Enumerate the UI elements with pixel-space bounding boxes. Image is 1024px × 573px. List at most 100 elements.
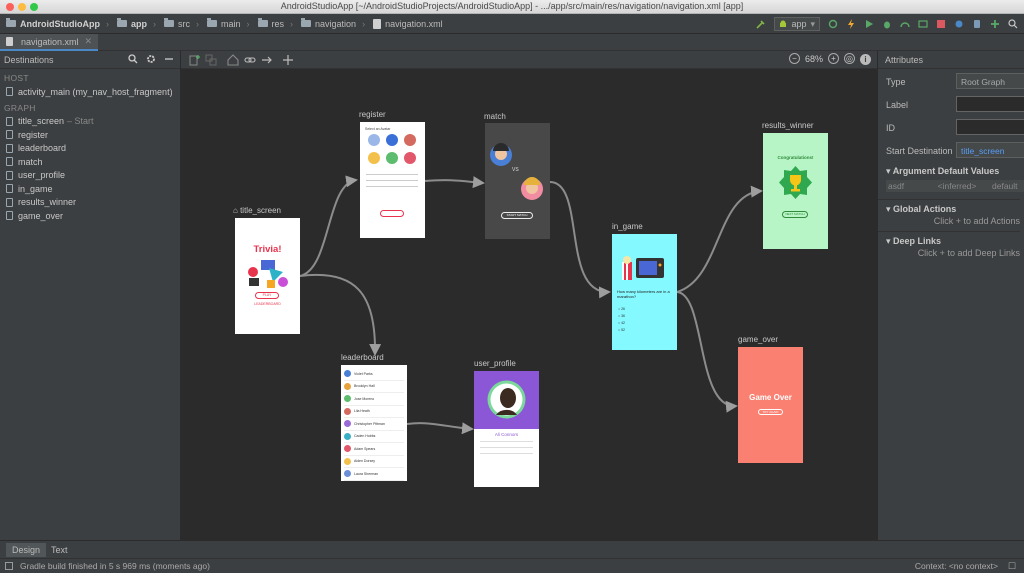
info-icon[interactable]: i: [860, 54, 871, 65]
destination-icon: [6, 184, 13, 194]
nested-graph-icon[interactable]: [205, 54, 217, 66]
register-heading: Select an Avatar: [365, 127, 391, 131]
argument-defaults-group[interactable]: ▾ Argument Default Values: [878, 162, 1024, 178]
breadcrumb-navigation[interactable]: navigation: [301, 18, 356, 29]
leaderboard-row: Caden Hobbs: [344, 431, 404, 443]
destination-register[interactable]: Select an Avatar: [360, 122, 425, 238]
leaderboard-name: Christopher Pittman: [354, 421, 385, 426]
run-configuration-select[interactable]: app ▾: [774, 17, 820, 31]
next-match-button-preview: NEXT MATCH: [782, 211, 808, 218]
attach-debugger-icon[interactable]: [918, 19, 928, 29]
leaderboard-name: Aiden Dorsey: [354, 459, 376, 464]
destination-in-game[interactable]: How many kilometers are in a marathon? ○…: [612, 234, 677, 350]
tool-window-toggle-icon[interactable]: [5, 562, 13, 570]
run-icon[interactable]: [864, 19, 874, 29]
tab-navigation-xml[interactable]: navigation.xml ✕: [0, 34, 99, 51]
avatar: [344, 382, 351, 390]
search-everywhere-icon[interactable]: [1008, 19, 1018, 29]
destination-game-over[interactable]: Game Over TRY AGAIN: [738, 347, 803, 463]
close-tab-icon[interactable]: ✕: [85, 36, 93, 47]
destination-results-winner[interactable]: Congratulations! NEXT MATCH: [763, 133, 828, 249]
label-label: Label: [886, 100, 909, 110]
id-field[interactable]: [956, 119, 1024, 135]
event-log-icon[interactable]: ☐: [1008, 561, 1016, 572]
destination-icon: [6, 130, 13, 140]
deep-link-icon[interactable]: [244, 54, 256, 66]
zoom-to-fit-icon[interactable]: ◎: [844, 53, 855, 64]
zoom-in-icon[interactable]: +: [828, 53, 839, 64]
destination-title-screen[interactable]: Trivia! PLAY LEADERBOARD: [235, 218, 300, 334]
context-indicator[interactable]: Context: <no context>: [915, 561, 998, 571]
apply-changes-icon[interactable]: [828, 19, 838, 29]
minimize-panel-icon[interactable]: [164, 54, 174, 64]
leaderboard-row: Jose Moreno: [344, 393, 404, 406]
destination-item-in-game[interactable]: in_game: [0, 182, 180, 196]
start-destination-label: Start Destination: [886, 146, 953, 156]
destination-item-leaderboard[interactable]: leaderboard: [0, 142, 180, 156]
breadcrumb-file[interactable]: navigation.xml: [373, 18, 443, 29]
destination-item-user-profile[interactable]: user_profile: [0, 169, 180, 183]
avatar: [344, 445, 351, 453]
leaderboard-name: Jose Moreno: [354, 396, 375, 401]
project-folder-icon: [6, 18, 16, 27]
breadcrumb-src[interactable]: src: [164, 18, 190, 29]
sdk-manager-icon[interactable]: [990, 19, 1000, 29]
action-arrow-icon[interactable]: [261, 54, 273, 66]
answer-option: ○ 26: [618, 307, 625, 311]
destination-match[interactable]: VS START MATCH: [485, 123, 550, 239]
breadcrumb-main[interactable]: main: [207, 18, 241, 29]
node-label-leaderboard: leaderboard: [341, 353, 384, 362]
stop-icon[interactable]: [936, 19, 946, 29]
breadcrumb-app[interactable]: app: [116, 18, 147, 29]
search-icon[interactable]: [128, 54, 138, 64]
deep-links-group[interactable]: ▾ Deep Links: [878, 232, 1024, 248]
auto-arrange-icon[interactable]: [282, 54, 294, 66]
global-actions-hint: Click + to add Actions: [933, 216, 1020, 226]
avatar-grid: [368, 134, 416, 164]
home-icon[interactable]: [227, 54, 239, 66]
global-actions-group[interactable]: ▾ Global Actions: [878, 200, 1024, 216]
destination-item-results-winner[interactable]: results_winner: [0, 196, 180, 210]
status-bar: Gradle build finished in 5 s 969 ms (mom…: [0, 558, 1024, 573]
action-match-to-in-game: [549, 181, 611, 299]
lightning-icon[interactable]: [846, 19, 856, 29]
destination-item-title-screen[interactable]: title_screen – Start: [0, 115, 180, 129]
destinations-panel: Destinations HOST activity_main (my_nav_…: [0, 51, 181, 540]
label-field[interactable]: [956, 96, 1024, 112]
window-titlebar: AndroidStudioApp [~/AndroidStudioProject…: [0, 0, 1024, 14]
sync-gradle-icon[interactable]: [954, 19, 964, 29]
destination-item-game-over[interactable]: game_over: [0, 209, 180, 223]
tab-text[interactable]: Text: [45, 543, 74, 557]
action-title-to-register: [299, 175, 358, 277]
profile-name: Ali Connors: [494, 432, 519, 437]
avd-manager-icon[interactable]: [972, 19, 982, 29]
zoom-out-icon[interactable]: −: [788, 53, 800, 64]
tab-design[interactable]: Design: [6, 543, 47, 557]
attributes-header: Attributes: [878, 51, 1024, 69]
host-item[interactable]: activity_main (my_nav_host_fragment): [0, 85, 180, 99]
destination-icon: [6, 116, 13, 126]
breadcrumb-res[interactable]: res: [257, 18, 284, 29]
gear-icon[interactable]: [146, 54, 156, 64]
graph-section-label: GRAPH: [4, 102, 36, 113]
destination-item-register[interactable]: register: [0, 128, 180, 142]
destinations-header: Destinations: [0, 51, 180, 69]
leaderboard-row: Laura Sherman: [344, 468, 404, 481]
new-destination-icon[interactable]: [189, 54, 201, 66]
destination-leaderboard[interactable]: Violet Parks Brooklyn Hall Jose Moreno Lila…: [341, 365, 407, 481]
argument-row[interactable]: asdf <inferred> default: [886, 180, 1024, 192]
debug-icon[interactable]: [882, 19, 892, 29]
profile-icon[interactable]: [900, 19, 910, 29]
start-destination-select[interactable]: title_screen: [956, 142, 1024, 158]
home-start-icon: ⌂: [233, 206, 238, 215]
build-hammer-icon[interactable]: [756, 19, 766, 29]
navigation-graph-canvas[interactable]: ⌂ title_screen Trivia! PLAY LEADERBOARD …: [181, 69, 877, 540]
destination-item-match[interactable]: match: [0, 155, 180, 169]
congratulations-heading: Congratulations!: [777, 155, 814, 160]
action-register-to-match: [424, 176, 485, 189]
status-message: Gradle build finished in 5 s 969 ms (mom…: [20, 561, 210, 571]
breadcrumb-project[interactable]: AndroidStudioApp: [6, 18, 100, 29]
destination-user-profile[interactable]: Ali Connors: [474, 371, 539, 487]
register-button-preview: [380, 210, 404, 217]
id-label: ID: [886, 123, 895, 133]
